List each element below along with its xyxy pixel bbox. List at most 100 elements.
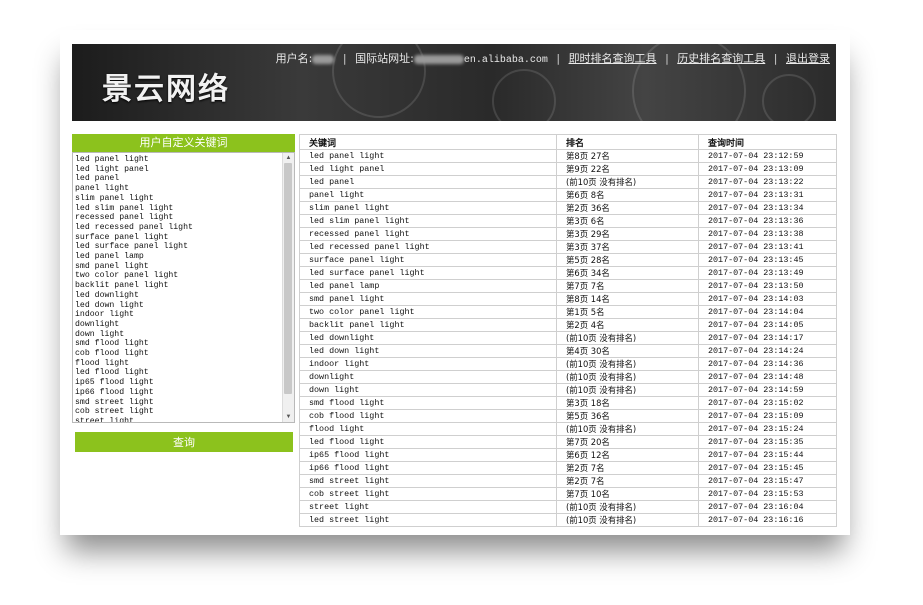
row-query-time: 2017-07-04 23:15:24 — [698, 422, 837, 436]
row-rank: 第5页 36名 — [556, 409, 699, 423]
results-table: 关键词 排名 查询时间 led panel light 第8页 27名 2017-0… — [299, 134, 837, 527]
row-keyword: led recessed panel light — [299, 240, 557, 254]
row-keyword: indoor light — [299, 357, 557, 371]
row-rank: 第5页 28名 — [556, 253, 699, 267]
row-rank: 第2页 36名 — [556, 201, 699, 215]
nav-separator: | — [556, 52, 561, 65]
table-row: led downlight (前10页 没有排名) 2017-07-04 23:14… — [299, 331, 837, 345]
row-keyword: led flood light — [299, 435, 557, 449]
table-row: panel light 第6页 8名 2017-07-04 23:13:31 — [299, 188, 837, 202]
table-row: led flood light 第7页 20名 2017-07-04 23:15:3… — [299, 435, 837, 449]
decor-circle — [492, 69, 556, 121]
row-rank: 第3页 6名 — [556, 214, 699, 228]
username-redacted — [312, 54, 335, 64]
row-rank: 第3页 18名 — [556, 396, 699, 410]
table-row: backlit panel light 第2页 4名 2017-07-04 23:1… — [299, 318, 837, 332]
row-query-time: 2017-07-04 23:13:49 — [698, 266, 837, 280]
row-keyword: down light — [299, 383, 557, 397]
row-rank: (前10页 没有排名) — [556, 331, 699, 345]
row-rank: 第1页 5名 — [556, 305, 699, 319]
row-keyword: cob street light — [299, 487, 557, 501]
row-query-time: 2017-07-04 23:16:16 — [698, 513, 837, 527]
row-rank: 第7页 7名 — [556, 279, 699, 293]
keywords-scrollbar[interactable]: ▲ ▼ — [282, 153, 294, 422]
logout-link[interactable]: 退出登录 — [786, 52, 830, 65]
row-query-time: 2017-07-04 23:13:22 — [698, 175, 837, 189]
col-header-keyword: 关键词 — [299, 134, 557, 150]
site-label: 国际站网址: — [355, 52, 414, 65]
row-rank: (前10页 没有排名) — [556, 500, 699, 514]
scroll-thumb[interactable] — [284, 163, 292, 394]
row-keyword: smd flood light — [299, 396, 557, 410]
row-rank: 第6页 34名 — [556, 266, 699, 280]
table-row: slim panel light 第2页 36名 2017-07-04 23:13:… — [299, 201, 837, 215]
row-query-time: 2017-07-04 23:13:31 — [698, 188, 837, 202]
table-row: street light (前10页 没有排名) 2017-07-04 23:16:… — [299, 500, 837, 514]
row-rank: 第6页 12名 — [556, 448, 699, 462]
row-keyword: surface panel light — [299, 253, 557, 267]
row-query-time: 2017-07-04 23:14:04 — [698, 305, 837, 319]
row-query-time: 2017-07-04 23:15:47 — [698, 474, 837, 488]
keywords-textarea[interactable]: led panel light led light panel led pane… — [72, 152, 295, 423]
username-label: 用户名: — [275, 52, 313, 65]
row-keyword: two color panel light — [299, 305, 557, 319]
realtime-rank-link[interactable]: 即时排名查询工具 — [569, 52, 657, 65]
row-keyword: led down light — [299, 344, 557, 358]
row-rank: 第3页 29名 — [556, 227, 699, 241]
row-rank: (前10页 没有排名) — [556, 175, 699, 189]
row-query-time: 2017-07-04 23:14:59 — [698, 383, 837, 397]
row-rank: 第8页 27名 — [556, 149, 699, 163]
keywords-panel-title: 用户自定义关键词 — [72, 134, 295, 152]
scroll-down-icon[interactable]: ▼ — [283, 412, 294, 422]
table-row: cob flood light 第5页 36名 2017-07-04 23:15:0… — [299, 409, 837, 423]
row-query-time: 2017-07-04 23:13:38 — [698, 227, 837, 241]
site-redacted — [413, 54, 464, 64]
row-rank: (前10页 没有排名) — [556, 383, 699, 397]
top-nav: 用户名: | 国际站网址: en.alibaba.com | 即时排名查询工具 |… — [276, 50, 830, 66]
keywords-text[interactable]: led panel light led light panel led pane… — [75, 155, 280, 422]
col-header-time: 查询时间 — [698, 134, 837, 150]
table-row: two color panel light 第1页 5名 2017-07-04 23… — [299, 305, 837, 319]
scroll-up-icon[interactable]: ▲ — [283, 153, 294, 163]
row-keyword: downlight — [299, 370, 557, 384]
row-query-time: 2017-07-04 23:15:09 — [698, 409, 837, 423]
row-query-time: 2017-07-04 23:13:09 — [698, 162, 837, 176]
table-row: led slim panel light 第3页 6名 2017-07-04 23:… — [299, 214, 837, 228]
row-rank: 第4页 30名 — [556, 344, 699, 358]
table-row: ip66 flood light 第2页 7名 2017-07-04 23:15:4… — [299, 461, 837, 475]
table-row: ip65 flood light 第6页 12名 2017-07-04 23:15:… — [299, 448, 837, 462]
row-query-time: 2017-07-04 23:13:34 — [698, 201, 837, 215]
row-rank: (前10页 没有排名) — [556, 370, 699, 384]
table-row: led recessed panel light 第3页 37名 2017-07-0… — [299, 240, 837, 254]
row-keyword: recessed panel light — [299, 227, 557, 241]
row-keyword: smd panel light — [299, 292, 557, 306]
row-rank: 第2页 4名 — [556, 318, 699, 332]
row-keyword: led surface panel light — [299, 266, 557, 280]
row-rank: 第3页 37名 — [556, 240, 699, 254]
row-query-time: 2017-07-04 23:13:36 — [698, 214, 837, 228]
table-row: down light (前10页 没有排名) 2017-07-04 23:14:59 — [299, 383, 837, 397]
table-row: led down light 第4页 30名 2017-07-04 23:14:24 — [299, 344, 837, 358]
row-query-time: 2017-07-04 23:15:02 — [698, 396, 837, 410]
site-suffix: en.alibaba.com — [463, 55, 548, 66]
row-rank: (前10页 没有排名) — [556, 513, 699, 527]
brand-logo: 景云网络 — [102, 72, 230, 107]
row-keyword: slim panel light — [299, 201, 557, 215]
table-row: cob street light 第7页 10名 2017-07-04 23:15:… — [299, 487, 837, 501]
row-query-time: 2017-07-04 23:15:35 — [698, 435, 837, 449]
row-keyword: led panel lamp — [299, 279, 557, 293]
query-button[interactable]: 查询 — [75, 432, 293, 452]
row-rank: 第6页 8名 — [556, 188, 699, 202]
row-keyword: cob flood light — [299, 409, 557, 423]
row-rank: 第2页 7名 — [556, 474, 699, 488]
history-rank-link[interactable]: 历史排名查询工具 — [677, 52, 765, 65]
row-query-time: 2017-07-04 23:15:45 — [698, 461, 837, 475]
row-keyword: street light — [299, 500, 557, 514]
table-row: indoor light (前10页 没有排名) 2017-07-04 23:14:… — [299, 357, 837, 371]
table-row: led surface panel light 第6页 34名 2017-07-04… — [299, 266, 837, 280]
table-row: recessed panel light 第3页 29名 2017-07-04 23… — [299, 227, 837, 241]
decor-circle — [762, 74, 816, 121]
nav-separator: | — [342, 52, 347, 65]
row-query-time: 2017-07-04 23:14:24 — [698, 344, 837, 358]
row-keyword: led slim panel light — [299, 214, 557, 228]
